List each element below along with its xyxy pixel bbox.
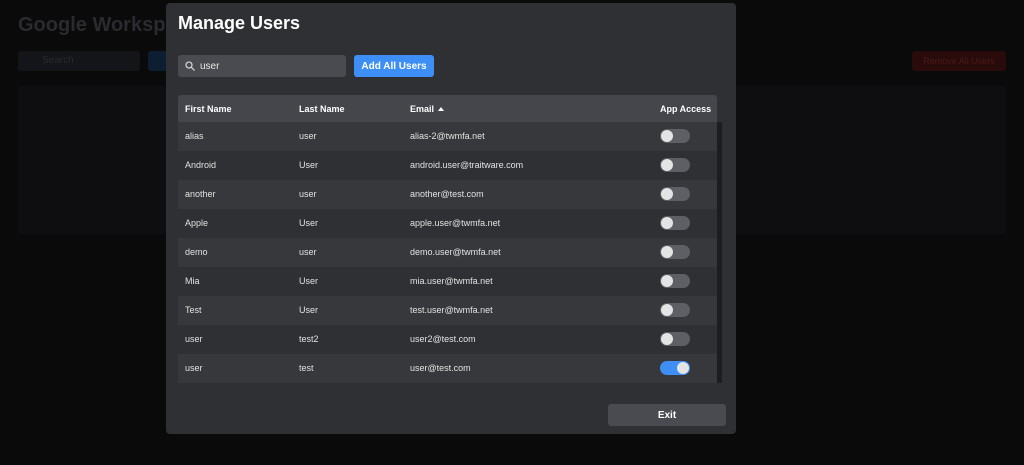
modal-title: Manage Users: [178, 13, 301, 33]
background-add-button: [148, 51, 168, 71]
first-name-cell: Android: [185, 160, 217, 170]
column-header-label: First Name: [185, 104, 232, 114]
first-name-cell: user: [185, 334, 203, 344]
background-title: Google Workspa: [18, 14, 177, 36]
background-search-input: Search: [18, 51, 140, 71]
last-name-cell: User: [299, 160, 319, 170]
search-icon: [185, 61, 195, 71]
first-name-cell: another: [185, 189, 216, 199]
toggle-knob: [661, 333, 673, 345]
exit-button[interactable]: Exit: [608, 404, 726, 426]
app-access-toggle[interactable]: [660, 129, 690, 143]
table-row: another user another@test.com: [178, 180, 717, 209]
toggle-knob: [661, 217, 673, 229]
last-name-cell: User: [299, 218, 319, 228]
column-header-label: App Access: [660, 104, 712, 114]
table-row: alias user alias-2@twmfa.net: [178, 122, 717, 151]
table-row: Mia User mia.user@twmfa.net: [178, 267, 717, 296]
background-remove-button: Remove All Users: [912, 51, 1006, 71]
last-name-cell: user: [299, 131, 317, 141]
app-access-toggle[interactable]: [660, 361, 690, 375]
app-access-toggle[interactable]: [660, 332, 690, 346]
table-row: Android User android.user@traitware.com: [178, 151, 717, 180]
manage-users-modal: Manage Users Add All Users First Name La…: [166, 3, 736, 434]
table-header: First Name Last Name Email App Access: [178, 95, 717, 122]
toggle-knob: [677, 362, 689, 374]
search-input[interactable]: [200, 55, 340, 77]
toggle-knob: [661, 275, 673, 287]
email-cell: apple.user@twmfa.net: [410, 218, 501, 228]
users-table: First Name Last Name Email App Access al…: [178, 95, 717, 383]
toggle-knob: [661, 304, 673, 316]
table-row: user test user@test.com: [178, 354, 717, 383]
first-name-cell: demo: [185, 247, 208, 257]
table-scrollbar[interactable]: [717, 122, 722, 383]
table-row: Test User test.user@twmfa.net: [178, 296, 717, 325]
first-name-cell: Mia: [185, 276, 200, 286]
app-access-toggle[interactable]: [660, 187, 690, 201]
email-cell: android.user@traitware.com: [410, 160, 524, 170]
toggle-knob: [661, 159, 673, 171]
email-cell: alias-2@twmfa.net: [410, 131, 485, 141]
column-header-last-name[interactable]: Last Name: [299, 104, 345, 114]
app-access-toggle[interactable]: [660, 303, 690, 317]
add-all-users-button[interactable]: Add All Users: [354, 55, 434, 77]
toggle-knob: [661, 246, 673, 258]
column-header-label: Email: [410, 104, 435, 114]
last-name-cell: test2: [299, 334, 319, 344]
first-name-cell: alias: [185, 131, 204, 141]
search-box[interactable]: [178, 55, 346, 77]
email-cell: another@test.com: [410, 189, 484, 199]
email-cell: test.user@twmfa.net: [410, 305, 493, 315]
email-cell: user2@test.com: [410, 334, 476, 344]
app-access-toggle[interactable]: [660, 158, 690, 172]
sort-ascending-icon: [438, 107, 445, 111]
toggle-knob: [661, 130, 673, 142]
app-access-toggle[interactable]: [660, 245, 690, 259]
background-remove-label: Remove All Users: [923, 56, 995, 66]
column-header-first-name[interactable]: First Name: [185, 104, 232, 114]
toggle-knob: [661, 188, 673, 200]
email-cell: mia.user@twmfa.net: [410, 276, 493, 286]
last-name-cell: User: [299, 305, 319, 315]
app-access-toggle[interactable]: [660, 216, 690, 230]
table-row: user test2 user2@test.com: [178, 325, 717, 354]
background-search-placeholder: Search: [42, 55, 74, 66]
first-name-cell: Test: [185, 305, 202, 315]
last-name-cell: test: [299, 363, 314, 373]
last-name-cell: User: [299, 276, 319, 286]
last-name-cell: user: [299, 247, 317, 257]
table-body: alias user alias-2@twmfa.net Android Use…: [178, 122, 717, 383]
column-header-label: Last Name: [299, 104, 345, 114]
table-row: demo user demo.user@twmfa.net: [178, 238, 717, 267]
first-name-cell: user: [185, 363, 203, 373]
table-row: Apple User apple.user@twmfa.net: [178, 209, 717, 238]
column-header-email[interactable]: Email: [410, 104, 445, 114]
app-access-toggle[interactable]: [660, 274, 690, 288]
first-name-cell: Apple: [185, 218, 209, 228]
email-cell: user@test.com: [410, 363, 471, 373]
column-header-app-access[interactable]: App Access: [660, 104, 711, 114]
last-name-cell: user: [299, 189, 317, 199]
email-cell: demo.user@twmfa.net: [410, 247, 501, 257]
